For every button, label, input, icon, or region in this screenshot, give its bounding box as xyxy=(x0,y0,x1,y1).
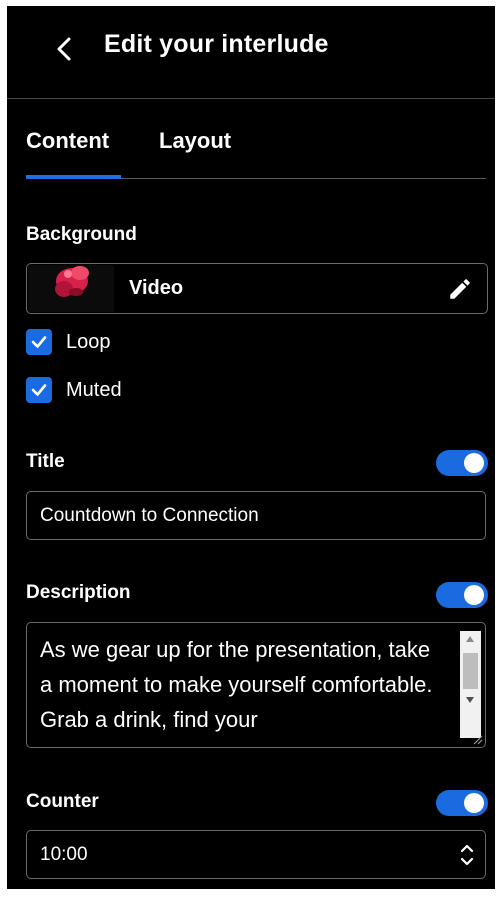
page-title: Edit your interlude xyxy=(104,30,329,58)
resize-grip-icon[interactable] xyxy=(471,733,483,745)
interlude-editor-panel: Edit your interlude Content Layout Backg… xyxy=(7,6,495,889)
toggle-knob xyxy=(464,793,484,813)
video-thumbnail xyxy=(28,265,114,312)
scroll-down-arrow-icon[interactable] xyxy=(466,697,474,703)
edit-background-button[interactable] xyxy=(447,276,473,302)
muted-checkbox[interactable] xyxy=(26,377,52,403)
background-type-label: Video xyxy=(129,277,184,299)
toggle-knob xyxy=(464,585,484,605)
background-selector[interactable]: Video xyxy=(26,263,488,314)
tab-layout[interactable]: Layout xyxy=(159,128,231,154)
title-input[interactable]: Countdown to Connection xyxy=(26,491,486,540)
pencil-icon xyxy=(450,279,470,299)
loop-checkbox[interactable] xyxy=(26,329,52,355)
scroll-thumb[interactable] xyxy=(463,653,478,689)
muted-label: Muted xyxy=(66,378,122,401)
description-textarea[interactable]: As we gear up for the presentation, take… xyxy=(26,622,486,748)
checkmark-icon xyxy=(31,336,47,348)
toggle-knob xyxy=(464,453,484,473)
background-label: Background xyxy=(26,224,137,245)
textarea-scrollbar[interactable] xyxy=(460,631,481,738)
counter-value: 10:00 xyxy=(40,843,88,865)
counter-label: Counter xyxy=(26,791,99,812)
description-text: As we gear up for the presentation, take… xyxy=(40,637,433,732)
loop-label: Loop xyxy=(66,330,111,353)
tab-content[interactable]: Content xyxy=(26,128,109,154)
title-label: Title xyxy=(26,451,65,472)
counter-toggle[interactable] xyxy=(436,790,488,816)
description-label: Description xyxy=(26,582,131,603)
muted-option: Muted xyxy=(26,376,122,404)
chevron-left-icon xyxy=(57,37,71,61)
checkmark-icon xyxy=(31,384,47,396)
loop-option: Loop xyxy=(26,328,111,356)
counter-input[interactable]: 10:00 xyxy=(26,830,486,879)
description-toggle[interactable] xyxy=(436,582,488,608)
scroll-up-arrow-icon[interactable] xyxy=(466,636,474,642)
back-button[interactable] xyxy=(53,34,75,64)
title-toggle[interactable] xyxy=(436,450,488,476)
active-tab-indicator xyxy=(26,175,121,179)
tab-bar: Content Layout xyxy=(26,122,486,179)
spinner-arrows-icon[interactable] xyxy=(459,842,475,868)
panel-header: Edit your interlude xyxy=(7,6,495,99)
